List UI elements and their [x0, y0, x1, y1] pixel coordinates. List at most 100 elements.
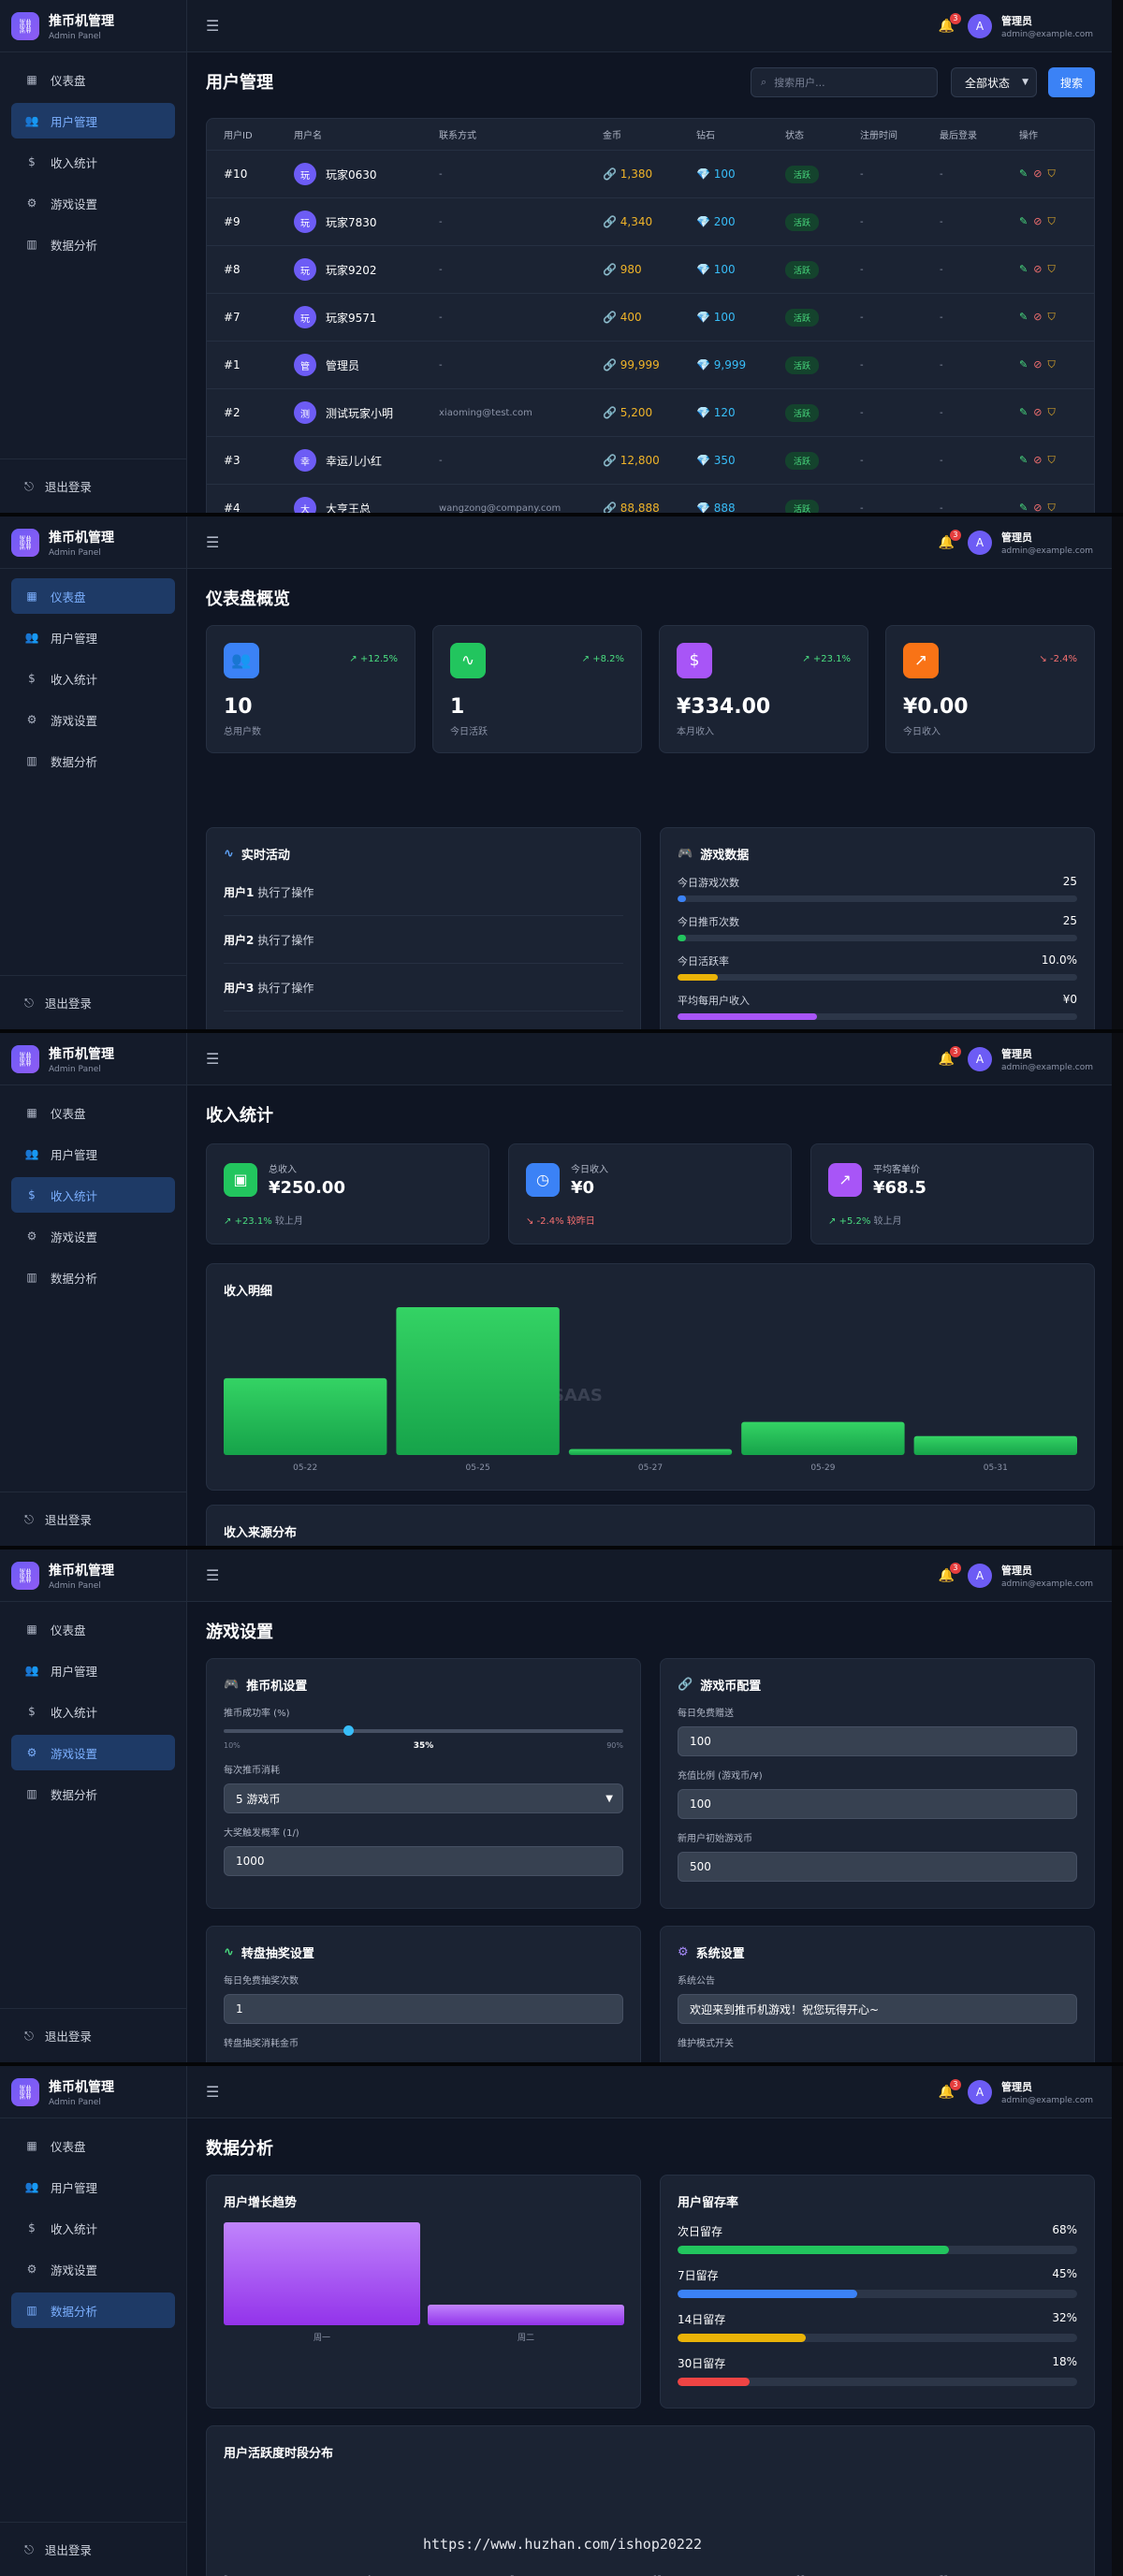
ban-icon[interactable]: ⊘: [1033, 167, 1042, 181]
bell-icon[interactable]: 🔔 3: [939, 1562, 961, 1583]
user-diamonds: 💎 100: [679, 263, 768, 276]
logout-label: 退出登录: [44, 2030, 92, 2044]
shield-icon[interactable]: ⛉: [1047, 358, 1055, 371]
ban-icon[interactable]: ⊘: [1033, 454, 1042, 467]
sidebar-item-analysis[interactable]: ▥ 数据分析: [11, 1776, 175, 1812]
sidebar-item-dashboard[interactable]: ▦ 仪表盘: [11, 1611, 175, 1647]
jackpot-input[interactable]: 1000: [224, 1846, 623, 1876]
table-row[interactable]: #1 管管理员 - 🔗 99,999 💎 9,999 活跃 - - ✎ ⊘ ⛉: [207, 342, 1094, 389]
edit-icon[interactable]: ✎: [1019, 358, 1028, 371]
logout-button[interactable]: ⎋ 退出登录: [0, 1492, 186, 1546]
shield-icon[interactable]: ⛉: [1047, 311, 1055, 324]
slider-handle[interactable]: [343, 1725, 355, 1736]
ban-icon[interactable]: ⊘: [1033, 358, 1042, 371]
status-filter-select[interactable]: 全部状态 ▼: [951, 67, 1037, 97]
menu-icon[interactable]: ☰: [206, 17, 219, 35]
sidebar-item-analysis[interactable]: ▥ 数据分析: [11, 226, 175, 262]
bell-icon[interactable]: 🔔 3: [939, 529, 961, 550]
sidebar-item-settings[interactable]: ⚙ 游戏设置: [11, 2251, 175, 2287]
edit-icon[interactable]: ✎: [1019, 406, 1028, 419]
daily-free-input[interactable]: 100: [678, 1726, 1077, 1756]
table-row[interactable]: #3 幸幸运儿小红 - 🔗 12,800 💎 350 活跃 - - ✎ ⊘ ⛉: [207, 437, 1094, 485]
user-email: admin@example.com: [1000, 1062, 1093, 1072]
avatar[interactable]: A: [967, 1563, 992, 1588]
page-title: 仪表盘概览: [206, 589, 290, 609]
sidebar-item-users[interactable]: 👥 用户管理: [11, 103, 175, 138]
table-row[interactable]: #4 大大亨王总 wangzong@company.com 🔗 88,888 💎 888…: [207, 485, 1094, 513]
edit-icon[interactable]: ✎: [1019, 263, 1028, 276]
edit-icon[interactable]: ✎: [1019, 454, 1028, 467]
bar-chart-icon: ▥: [26, 754, 37, 767]
sidebar-item-revenue[interactable]: $ 收入统计: [11, 2210, 175, 2246]
game-stat-line: 今日游戏次数 25: [678, 875, 1077, 890]
edit-icon[interactable]: ✎: [1019, 215, 1028, 228]
ban-icon[interactable]: ⊘: [1033, 502, 1042, 513]
sidebar-item-users[interactable]: 👥 用户管理: [11, 1136, 175, 1172]
logout-button[interactable]: ⎋ 退出登录: [0, 458, 186, 513]
ratio-input[interactable]: 100: [678, 1789, 1077, 1819]
sidebar-item-analysis[interactable]: ▥ 数据分析: [11, 1259, 175, 1295]
edit-icon[interactable]: ✎: [1019, 167, 1028, 181]
success-rate-slider[interactable]: [224, 1725, 623, 1736]
shield-icon[interactable]: ⛉: [1047, 215, 1055, 228]
trend-value: +5.2%: [839, 1216, 871, 1227]
menu-icon[interactable]: ☰: [206, 533, 219, 551]
cost-select[interactable]: 5 游戏币 ▼: [224, 1783, 623, 1813]
sidebar-item-users[interactable]: 👥 用户管理: [11, 2169, 175, 2205]
search-button[interactable]: 搜索: [1048, 67, 1095, 97]
ban-icon[interactable]: ⊘: [1033, 311, 1042, 324]
shield-icon[interactable]: ⛉: [1047, 454, 1055, 467]
table-row[interactable]: #7 玩玩家9571- 🔗 400 💎 100 活跃 - - ✎ ⊘ ⛉: [207, 294, 1094, 342]
wheel-free-input[interactable]: 1: [224, 1994, 623, 2024]
table-row[interactable]: #10 玩玩家0630- 🔗 1,380 💎 100 活跃 - - ✎ ⊘ ⛉: [207, 151, 1094, 198]
bell-icon[interactable]: 🔔 3: [939, 2078, 961, 2100]
sidebar-item-dashboard[interactable]: ▦ 仪表盘: [11, 578, 175, 614]
sidebar-item-settings[interactable]: ⚙ 游戏设置: [11, 185, 175, 221]
table-row[interactable]: #2 测测试玩家小明 xiaoming@test.com 🔗 5,200 💎 120 活跃…: [207, 389, 1094, 437]
ban-icon[interactable]: ⊘: [1033, 263, 1042, 276]
sidebar-item-settings[interactable]: ⚙ 游戏设置: [11, 1735, 175, 1770]
sidebar-item-dashboard[interactable]: ▦ 仪表盘: [11, 1095, 175, 1130]
new-user-input[interactable]: 500: [678, 1852, 1077, 1882]
logout-button[interactable]: ⎋ 退出登录: [0, 2008, 186, 2062]
ban-icon[interactable]: ⊘: [1033, 406, 1042, 419]
table-row[interactable]: #9 玩玩家7830- 🔗 4,340 💎 200 活跃 - - ✎ ⊘ ⛉: [207, 198, 1094, 246]
shield-icon[interactable]: ⛉: [1047, 502, 1055, 513]
shield-icon[interactable]: ⛉: [1047, 167, 1055, 181]
edit-icon[interactable]: ✎: [1019, 311, 1028, 324]
avatar[interactable]: A: [967, 13, 992, 38]
sidebar-item-dashboard[interactable]: ▦ 仪表盘: [11, 2128, 175, 2163]
sidebar-item-revenue[interactable]: $ 收入统计: [11, 1694, 175, 1729]
sidebar-item-dashboard[interactable]: ▦ 仪表盘: [11, 62, 175, 97]
sidebar-item-settings[interactable]: ⚙ 游戏设置: [11, 702, 175, 737]
sidebar-item-analysis[interactable]: ▥ 数据分析: [11, 2292, 175, 2328]
menu-icon[interactable]: ☰: [206, 2083, 219, 2101]
menu-icon[interactable]: ☰: [206, 1566, 219, 1584]
avatar[interactable]: A: [967, 2079, 992, 2104]
sidebar-item-analysis[interactable]: ▥ 数据分析: [11, 743, 175, 779]
sidebar-item-users[interactable]: 👥 用户管理: [11, 1652, 175, 1688]
sidebar-item-label: 仪表盘: [51, 1106, 86, 1121]
sidebar-item-revenue[interactable]: $ 收入统计: [11, 661, 175, 696]
sidebar-item-users[interactable]: 👥 用户管理: [11, 619, 175, 655]
sidebar-item-revenue[interactable]: $ 收入统计: [11, 1177, 175, 1213]
logout-button[interactable]: ⎋ 退出登录: [0, 2522, 186, 2576]
shield-icon[interactable]: ⛉: [1047, 263, 1055, 276]
ban-icon[interactable]: ⊘: [1033, 215, 1042, 228]
sidebar-item-settings[interactable]: ⚙ 游戏设置: [11, 1218, 175, 1254]
avatar[interactable]: A: [967, 530, 992, 555]
bell-icon[interactable]: 🔔 3: [939, 12, 961, 34]
bell-icon[interactable]: 🔔 3: [939, 1045, 961, 1067]
notice-input[interactable]: 欢迎来到推币机游戏！祝您玩得开心~: [678, 1994, 1077, 2024]
sidebar-item-revenue[interactable]: $ 收入统计: [11, 144, 175, 180]
table-row[interactable]: #8 玩玩家9202- 🔗 980 💎 100 活跃 - - ✎ ⊘ ⛉: [207, 246, 1094, 294]
avatar[interactable]: A: [967, 1046, 992, 1071]
logout-button[interactable]: ⎋ 退出登录: [0, 975, 186, 1029]
search-input[interactable]: ⌕ 搜索用户...: [751, 67, 938, 97]
growth-title: 用户增长趋势: [224, 2196, 298, 2210]
edit-icon[interactable]: ✎: [1019, 502, 1028, 513]
menu-icon[interactable]: ☰: [206, 1050, 219, 1068]
shield-icon[interactable]: ⛉: [1047, 406, 1055, 419]
stat-value: 10: [224, 695, 253, 719]
chevron-down-icon: ▼: [605, 1793, 613, 1804]
